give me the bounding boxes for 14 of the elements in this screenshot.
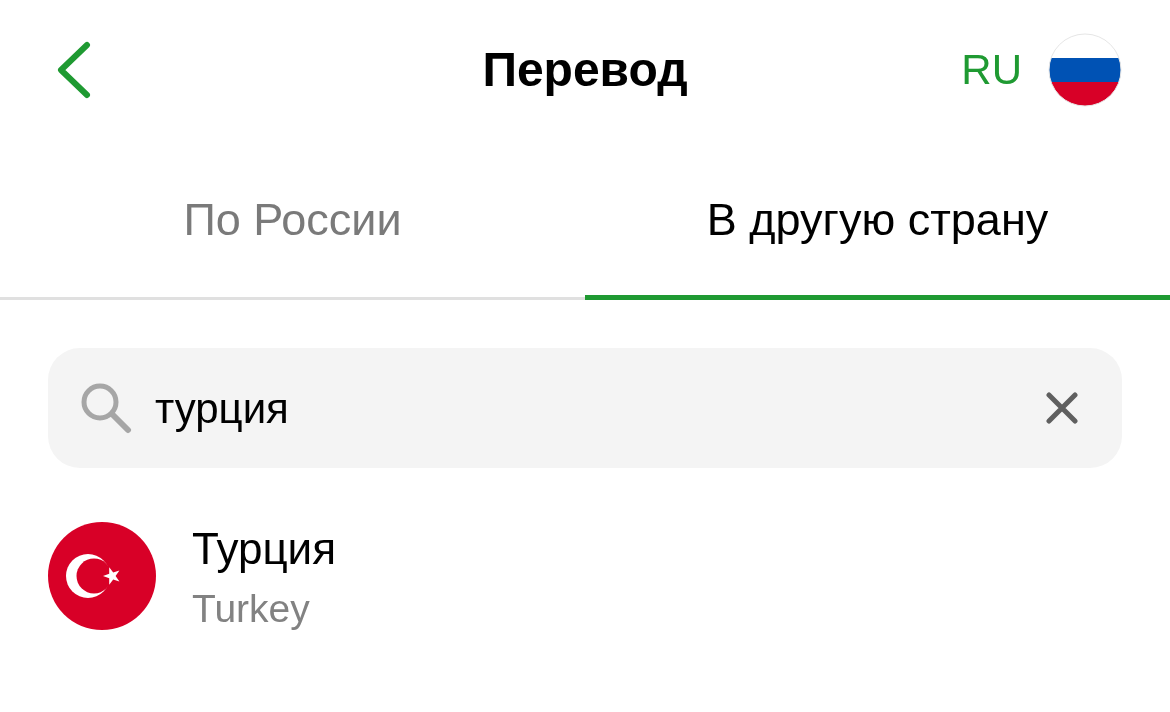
clear-button[interactable] <box>1044 390 1080 426</box>
tab[interactable]: По России <box>0 140 585 300</box>
language-selector[interactable]: RU <box>961 49 1022 91</box>
close-icon <box>1046 392 1078 424</box>
tricolor-flag-icon[interactable] <box>1048 33 1122 107</box>
country-subtitle: Turkey <box>192 588 311 628</box>
country-name[interactable]: Турция <box>192 526 336 571</box>
search-input[interactable]: турция <box>155 376 1028 440</box>
screen-title: Перевод <box>482 46 688 94</box>
crescent-star-flag-icon <box>48 522 156 630</box>
back-chevron-icon <box>56 41 92 99</box>
search-field[interactable]: турция <box>48 348 1122 468</box>
search-icon <box>80 382 132 434</box>
tab[interactable]: В другую страну <box>585 140 1170 300</box>
